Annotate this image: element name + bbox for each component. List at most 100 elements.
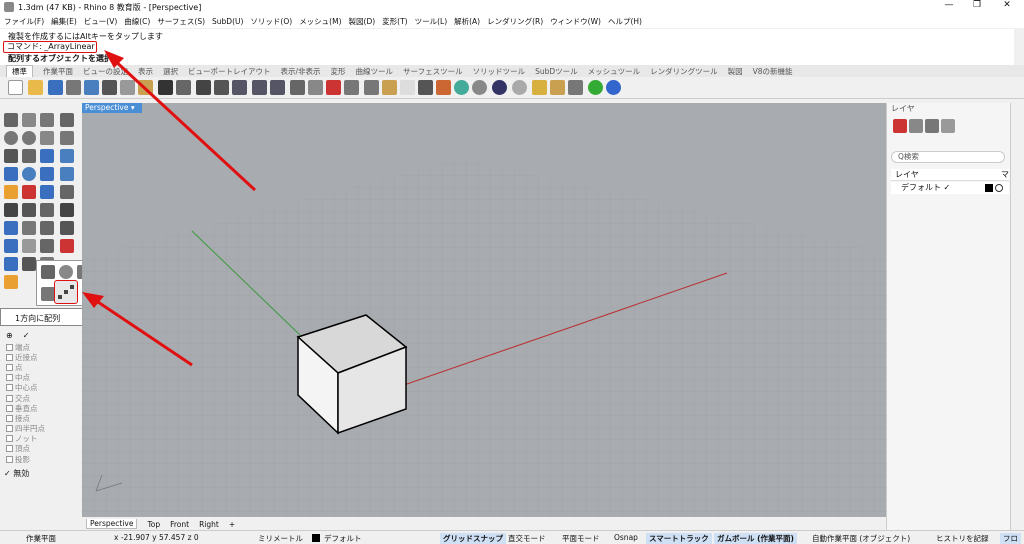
menu-file[interactable]: ファイル(F) — [4, 16, 44, 27]
osnap-intersection[interactable]: 交点 — [6, 393, 82, 403]
tab-surface-tools[interactable]: サーフェスツール — [403, 66, 463, 77]
osnap-project[interactable]: 投影 — [6, 454, 82, 464]
tab-cplanes[interactable]: 作業平面 — [43, 66, 73, 77]
show-icon[interactable] — [382, 80, 397, 95]
menu-solid[interactable]: ソリッド(O) — [250, 16, 292, 27]
rectangle-icon[interactable] — [60, 131, 74, 145]
viewport-title[interactable]: Perspective ▾ — [82, 103, 142, 113]
options-icon[interactable] — [532, 80, 547, 95]
command-line-input[interactable]: コマンド: _ArrayLinear — [3, 41, 97, 53]
toolbar-layout-icon[interactable] — [568, 80, 583, 95]
osnap-near[interactable]: 近接点 — [6, 352, 82, 362]
tab-new-in-v8[interactable]: V8の新機能 — [753, 66, 793, 77]
status-gumball[interactable]: ガムボール (作業平面) — [714, 533, 797, 544]
fillet-icon[interactable] — [4, 149, 18, 163]
select-arrow-icon[interactable] — [4, 113, 18, 127]
layer-material-icon[interactable] — [995, 184, 1003, 192]
tab-standard[interactable]: 標準 — [6, 65, 33, 77]
menu-analyze[interactable]: 解析(A) — [454, 16, 480, 27]
menu-subd[interactable]: SubD(U) — [212, 17, 243, 26]
pan-hand-icon[interactable] — [176, 80, 191, 95]
lock-icon[interactable] — [418, 80, 433, 95]
help-icon[interactable] — [606, 80, 621, 95]
scale-icon[interactable] — [22, 239, 36, 253]
filter-icon[interactable] — [941, 119, 955, 133]
copy-icon[interactable] — [120, 80, 135, 95]
status-layer[interactable]: デフォルト — [324, 533, 362, 544]
menu-transform[interactable]: 変形(T) — [382, 16, 407, 27]
mirror-icon[interactable] — [22, 257, 36, 271]
osnap-quadrant[interactable]: 四半円点 — [6, 424, 82, 434]
polyline-icon[interactable] — [40, 113, 54, 127]
dimension-icon[interactable] — [22, 221, 36, 235]
new-sublayer-icon[interactable] — [909, 119, 923, 133]
status-layer-swatch[interactable] — [312, 534, 320, 542]
four-views-icon[interactable] — [308, 80, 323, 95]
status-planar[interactable]: 平面モード — [562, 533, 600, 544]
tab-render-tools[interactable]: レンダリングツール — [650, 66, 718, 77]
render-icon[interactable] — [492, 80, 507, 95]
menu-dimension[interactable]: 製図(D) — [349, 16, 376, 27]
osnap-disable-checkbox[interactable]: ✓ 無効 — [4, 468, 29, 479]
render-tools-icon[interactable] — [4, 275, 18, 289]
menu-tools[interactable]: ツール(L) — [415, 16, 448, 27]
layer-search-input[interactable]: Q検索 — [891, 151, 1005, 163]
tab-set-view[interactable]: ビューの設定 — [83, 66, 128, 77]
text-icon[interactable] — [4, 221, 18, 235]
menu-edit[interactable]: 編集(E) — [51, 16, 77, 27]
color-wheel-icon[interactable] — [454, 80, 469, 95]
tab-curve-tools[interactable]: 曲線ツール — [356, 66, 394, 77]
tab-perspective[interactable]: Perspective — [86, 519, 138, 529]
loft-icon[interactable] — [60, 149, 74, 163]
import-icon[interactable] — [84, 80, 99, 95]
menu-help[interactable]: ヘルプ(H) — [608, 16, 642, 27]
tab-solid-tools[interactable]: ソリッドツール — [473, 66, 526, 77]
properties-icon[interactable] — [436, 80, 451, 95]
subd-icon[interactable] — [22, 185, 36, 199]
sphere-solid-icon[interactable] — [22, 167, 36, 181]
grasshopper-icon[interactable] — [588, 80, 603, 95]
status-filter[interactable]: フロ — [1000, 533, 1021, 544]
cut-icon[interactable] — [102, 80, 117, 95]
osnap-knot[interactable]: ノット — [6, 434, 82, 444]
tab-drafting[interactable]: 製図 — [728, 66, 743, 77]
tab-transform[interactable]: 変形 — [331, 66, 346, 77]
menu-surface[interactable]: サーフェス(S) — [157, 16, 205, 27]
menu-view[interactable]: ビュー(V) — [84, 16, 117, 27]
menu-curve[interactable]: 曲線(C) — [124, 16, 150, 27]
osnap-vertex[interactable]: 頂点 — [6, 444, 82, 454]
osnap-tab-1[interactable]: ⊕ — [6, 331, 13, 340]
paste-icon[interactable] — [138, 80, 153, 95]
status-smarttrack[interactable]: スマートトラック — [646, 533, 712, 544]
layer-color-swatch[interactable] — [985, 184, 993, 192]
open-folder-icon[interactable] — [28, 80, 43, 95]
tab-viewport-layout[interactable]: ビューポートレイアウト — [188, 66, 271, 77]
cplane-icon[interactable] — [326, 80, 341, 95]
restore-button[interactable]: ❐ — [962, 0, 992, 10]
tab-front[interactable]: Front — [170, 520, 189, 529]
zoom-icon[interactable] — [214, 80, 229, 95]
move-icon[interactable] — [40, 221, 54, 235]
command-scrollbar[interactable] — [1014, 29, 1024, 65]
status-auto-cplane[interactable]: 自動作業平面 (オブジェクト) — [812, 533, 910, 544]
status-units[interactable]: ミリメートル — [258, 533, 303, 544]
select-all-icon[interactable] — [364, 80, 379, 95]
extrude-icon[interactable] — [40, 167, 54, 181]
arc-icon[interactable] — [40, 131, 54, 145]
status-ortho[interactable]: 直交モード — [508, 533, 546, 544]
new-file-icon[interactable] — [8, 80, 23, 95]
osnap-center[interactable]: 中心点 — [6, 383, 82, 393]
array-polar-icon[interactable] — [59, 265, 73, 279]
tab-top[interactable]: Top — [147, 520, 160, 529]
osnap-mid[interactable]: 中点 — [6, 373, 82, 383]
osnap-perpendicular[interactable]: 垂直点 — [6, 403, 82, 413]
circle-icon[interactable] — [4, 131, 18, 145]
join-icon[interactable] — [40, 203, 54, 217]
block-icon[interactable] — [4, 239, 18, 253]
array-rect-icon[interactable] — [41, 265, 55, 279]
rotate-icon[interactable] — [60, 221, 74, 235]
zoom-window-icon[interactable] — [232, 80, 247, 95]
cplane-3point-icon[interactable] — [344, 80, 359, 95]
menu-mesh[interactable]: メッシュ(M) — [299, 16, 341, 27]
tab-select[interactable]: 選択 — [163, 66, 178, 77]
